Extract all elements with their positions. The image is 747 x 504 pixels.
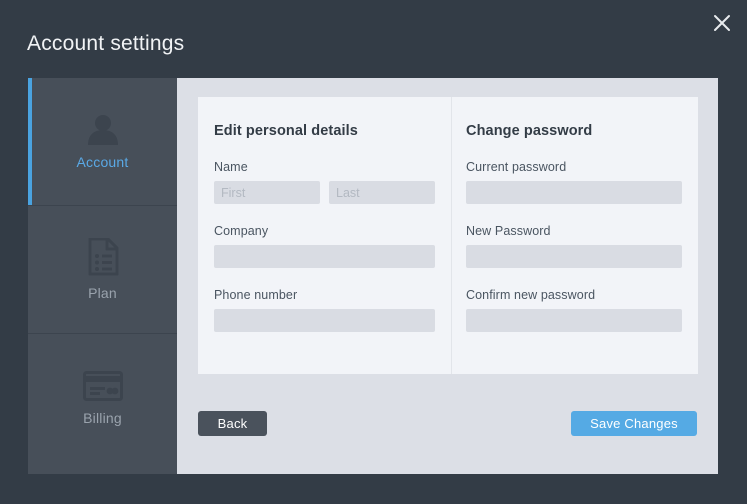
- save-changes-button[interactable]: Save Changes: [571, 410, 697, 436]
- last-name-input[interactable]: [329, 181, 435, 204]
- first-name-input[interactable]: [214, 181, 320, 204]
- sidebar-item-account[interactable]: Account: [28, 78, 177, 206]
- page-title: Account settings: [27, 32, 185, 55]
- person-icon: [86, 113, 120, 145]
- sidebar-item-billing[interactable]: Billing: [28, 334, 177, 462]
- sidebar-item-plan[interactable]: Plan: [28, 206, 177, 334]
- company-label: Company: [214, 224, 269, 238]
- document-icon: [87, 237, 119, 276]
- personal-details-column: Edit personal details Name Company Phone…: [198, 97, 452, 374]
- personal-details-heading: Edit personal details: [214, 123, 358, 139]
- sidebar-item-label: Account: [76, 154, 129, 170]
- phone-number-label: Phone number: [214, 288, 298, 302]
- phone-number-input[interactable]: [214, 309, 435, 332]
- close-button[interactable]: [703, 4, 741, 42]
- sidebar-item-label: Plan: [88, 285, 117, 301]
- settings-body: Account Plan Billing Edit personal detai…: [28, 78, 718, 474]
- close-icon: [713, 14, 731, 32]
- change-password-heading: Change password: [466, 123, 593, 139]
- name-label: Name: [214, 160, 248, 174]
- name-field-group: Name: [214, 160, 435, 204]
- confirm-password-label: Confirm new password: [466, 288, 596, 302]
- content-panel: Edit personal details Name Company Phone…: [177, 78, 718, 474]
- back-button[interactable]: Back: [198, 410, 267, 436]
- form-card: Edit personal details Name Company Phone…: [198, 97, 698, 374]
- sidebar-item-label: Billing: [83, 409, 122, 426]
- phone-field-group: Phone number: [214, 288, 435, 332]
- name-row: [214, 181, 435, 204]
- confirm-password-field-group: Confirm new password: [466, 288, 682, 332]
- new-password-label: New Password: [466, 224, 551, 238]
- confirm-password-input[interactable]: [466, 309, 682, 332]
- current-password-label: Current password: [466, 160, 567, 174]
- change-password-column: Change password Current password New Pas…: [452, 97, 698, 374]
- sidebar: Account Plan Billing: [28, 78, 177, 474]
- new-password-field-group: New Password: [466, 224, 682, 268]
- current-password-input[interactable]: [466, 181, 682, 204]
- current-password-field-group: Current password: [466, 160, 682, 204]
- company-field-group: Company: [214, 224, 435, 268]
- new-password-input[interactable]: [466, 245, 682, 268]
- company-input[interactable]: [214, 245, 435, 268]
- credit-card-icon: [82, 370, 123, 401]
- panel-footer: Back Save Changes: [198, 410, 697, 436]
